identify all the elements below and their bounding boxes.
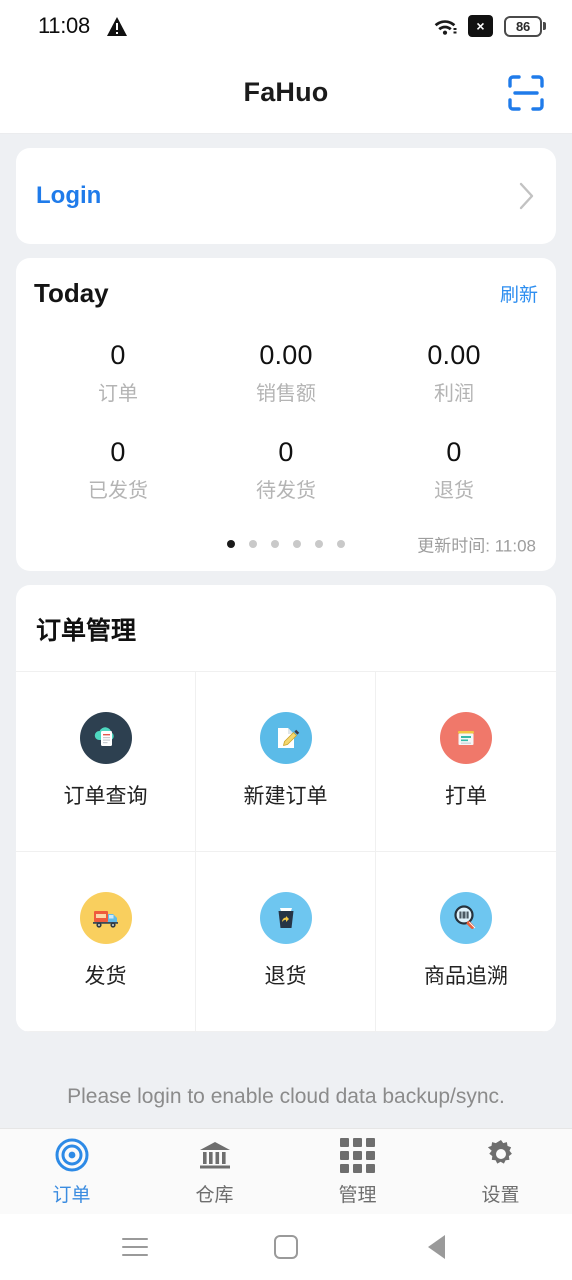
main-content: Login Today 刷新 0 订单 0.00 销售额 0.00 利润 0 已… xyxy=(0,134,572,1066)
grid-item-ship[interactable]: 发货 xyxy=(16,851,196,1032)
grid-item-label: 退货 xyxy=(264,965,307,988)
stat-profit: 0.00 利润 xyxy=(370,339,538,406)
page-indicator-dots[interactable] xyxy=(227,539,345,548)
stat-label: 待发货 xyxy=(256,479,316,502)
updated-time: 更新时间: 11:08 xyxy=(417,536,536,555)
status-bar-right: × 86 xyxy=(433,15,546,37)
grid-item-product-trace[interactable]: 商品追溯 xyxy=(376,851,556,1032)
page-title: FaHuo xyxy=(243,77,329,107)
target-icon xyxy=(54,1136,90,1174)
stats-row-primary: 0 订单 0.00 销售额 0.00 利润 xyxy=(34,339,538,406)
stat-value: 0.00 xyxy=(427,340,481,370)
printer-icon xyxy=(440,712,492,764)
android-nav-bar xyxy=(0,1214,572,1280)
login-notice: Please login to enable cloud data backup… xyxy=(0,1066,572,1128)
status-bar: 11:08 × 86 xyxy=(0,0,572,52)
order-management-grid: 订单查询 新建订单 打单 发货 退货 商品追溯 xyxy=(16,670,556,1032)
order-management-card: 订单管理 订单查询 新建订单 打单 发货 退货 商品追溯 xyxy=(16,584,556,1032)
stat-label: 退货 xyxy=(434,479,474,502)
stat-orders: 0 订单 xyxy=(34,339,202,406)
page-dot[interactable] xyxy=(293,539,301,548)
grid-item-new-order[interactable]: 新建订单 xyxy=(196,671,376,852)
login-notice-text: Please login to enable cloud data backup… xyxy=(67,1085,505,1108)
grid-3x3-icon xyxy=(340,1136,375,1174)
stat-label: 已发货 xyxy=(88,479,148,502)
scan-icon[interactable] xyxy=(502,69,550,117)
app-header: FaHuo xyxy=(0,52,572,134)
grid-item-return[interactable]: 退货 xyxy=(196,851,376,1032)
stats-row-secondary: 0 已发货 0 待发货 0 退货 xyxy=(34,436,538,503)
grid-item-label: 订单查询 xyxy=(63,785,148,808)
today-header: Today 刷新 xyxy=(34,278,538,309)
document-pencil-icon xyxy=(259,712,312,764)
stat-label: 销售额 xyxy=(256,382,316,405)
stat-value: 0.00 xyxy=(259,340,313,370)
refresh-button[interactable]: 刷新 xyxy=(500,280,538,307)
stat-label: 利润 xyxy=(434,382,474,405)
chevron-right-icon xyxy=(519,182,534,210)
stat-shipped: 0 已发货 xyxy=(34,436,202,503)
delivery-truck-icon xyxy=(79,892,132,944)
tab-settings[interactable]: 设置 xyxy=(429,1129,572,1214)
grid-item-order-query[interactable]: 订单查询 xyxy=(16,671,196,852)
square-icon[interactable] xyxy=(258,1219,314,1275)
tab-manage[interactable]: 管理 xyxy=(286,1129,429,1214)
grid-item-label: 新建订单 xyxy=(243,785,328,808)
cloud-document-icon xyxy=(79,712,132,764)
tab-warehouse[interactable]: 仓库 xyxy=(143,1129,286,1214)
battery-indicator: 86 xyxy=(504,15,546,37)
grid-item-print-order[interactable]: 打单 xyxy=(376,671,556,852)
barcode-search-icon xyxy=(440,892,492,944)
x-status-badge: × xyxy=(468,15,493,37)
grid-item-label: 打单 xyxy=(445,785,487,808)
tab-label: 订单 xyxy=(52,1185,91,1206)
gear-icon xyxy=(484,1136,518,1174)
today-title: Today xyxy=(34,278,109,308)
menu-lines-icon[interactable] xyxy=(107,1219,163,1275)
stat-value: 0 xyxy=(110,436,126,467)
stat-value: 0 xyxy=(278,436,294,467)
tab-label: 管理 xyxy=(338,1185,377,1206)
page-dot[interactable] xyxy=(315,539,323,548)
page-dot[interactable] xyxy=(227,539,235,548)
login-label: Login xyxy=(36,182,102,209)
battery-level: 86 xyxy=(504,15,542,37)
status-time: 11:08 xyxy=(38,13,90,38)
stat-pending-ship: 0 待发货 xyxy=(202,436,370,503)
page-dot[interactable] xyxy=(249,539,257,548)
bank-building-icon xyxy=(197,1136,233,1174)
grid-item-label: 发货 xyxy=(84,965,127,988)
triangle-back-icon[interactable] xyxy=(409,1219,465,1275)
warning-triangle-icon xyxy=(106,16,127,36)
status-bar-left: 11:08 xyxy=(38,13,127,39)
stat-value: 0 xyxy=(110,340,126,370)
battery-tip xyxy=(543,22,546,30)
bottom-tab-bar: 订单 仓库 管理 设置 xyxy=(0,1128,572,1214)
grid-item-label: 商品追溯 xyxy=(424,965,508,988)
page-dot[interactable] xyxy=(337,539,345,548)
page-dot[interactable] xyxy=(271,539,279,548)
wifi-icon xyxy=(434,19,457,35)
stat-label: 订单 xyxy=(98,382,138,405)
stat-value: 0 xyxy=(446,436,462,467)
tab-label: 仓库 xyxy=(195,1185,234,1206)
section-title-order-management: 订单管理 xyxy=(36,616,137,645)
stat-returns: 0 退货 xyxy=(370,436,538,503)
stat-sales: 0.00 销售额 xyxy=(202,339,370,406)
tab-label: 设置 xyxy=(481,1185,520,1206)
tab-orders[interactable]: 订单 xyxy=(0,1129,143,1214)
recycle-bin-icon xyxy=(259,892,312,944)
phone-screen: 11:08 × 86 FaHuo Login Today 刷新 0 订单 0.0… xyxy=(0,0,572,1280)
today-footer: 更新时间: 11:08 xyxy=(34,529,538,559)
today-card: Today 刷新 0 订单 0.00 销售额 0.00 利润 0 已发货 0 待… xyxy=(16,258,556,571)
login-card[interactable]: Login xyxy=(16,148,556,244)
